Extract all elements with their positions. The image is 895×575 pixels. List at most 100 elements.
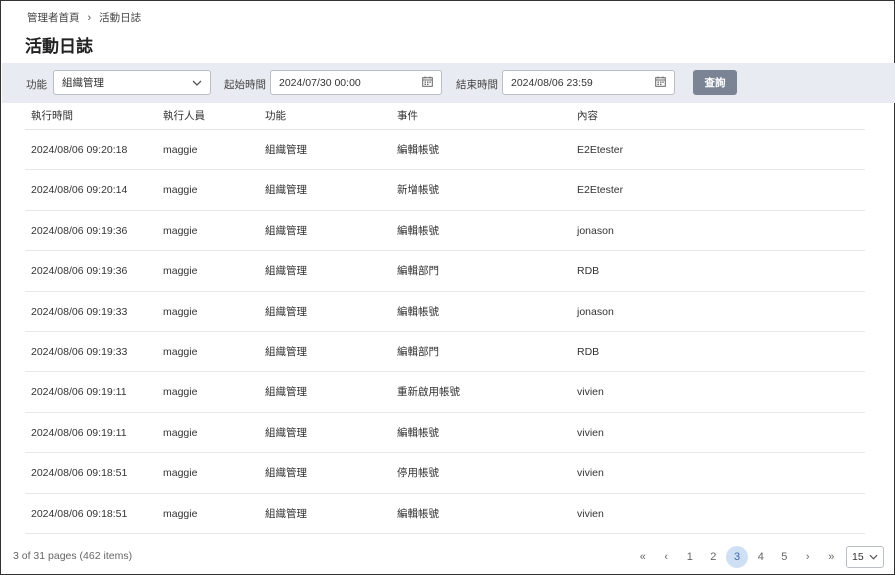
chevron-down-icon [192,77,202,89]
cell-content: E2Etester [577,184,624,197]
cell-executor: maggie [163,305,198,318]
cell-exec-time: 2024/08/06 09:18:51 [31,507,128,520]
header-content[interactable]: 內容 [577,103,598,130]
cell-content: vivien [577,467,604,480]
table-row[interactable]: 2024/08/06 09:19:36 maggie 組織管理 編輯部門 RDB [25,251,865,292]
cell-event: 停用帳號 [397,467,439,480]
cell-exec-time: 2024/08/06 09:19:11 [31,386,127,399]
cell-executor: maggie [163,426,198,439]
cell-function: 組織管理 [265,467,307,480]
table-row[interactable]: 2024/08/06 09:20:14 maggie 組織管理 新增帳號 E2Etest… [25,170,865,211]
cell-exec-time: 2024/08/06 09:19:11 [31,426,127,439]
cell-executor: maggie [163,386,198,399]
table-row[interactable]: 2024/08/06 09:18:51 maggie 組織管理 編輯帳號 vivien [25,494,865,534]
page-size-select[interactable]: 15 [846,546,884,568]
table-row[interactable]: 2024/08/06 09:20:18 maggie 組織管理 編輯帳號 E2Etest… [25,130,865,171]
cell-event: 編輯帳號 [397,507,439,520]
cell-executor: maggie [163,184,198,197]
breadcrumb-home[interactable]: 管理者首頁 [27,10,80,25]
last-page-button[interactable]: » [820,546,844,568]
cell-content: RDB [577,265,600,278]
filter-bar: 功能 組織管理 起始時間 2024/07/30 00:00 結束時間 2024/… [2,63,895,103]
cell-event: 編輯部門 [397,345,439,358]
header-event[interactable]: 事件 [397,103,418,130]
cell-content: jonason [577,224,614,237]
cell-content: vivien [577,386,604,399]
cell-exec-time: 2024/08/06 09:20:18 [31,144,128,156]
cell-function: 組織管理 [265,426,307,439]
table-row[interactable]: 2024/08/06 09:19:11 maggie 組織管理 編輯帳號 vivien [25,413,865,454]
pagination-info: 3 of 31 pages (462 items) [13,550,133,562]
cell-event: 編輯部門 [397,265,439,278]
cell-function: 組織管理 [265,144,307,156]
cell-executor: maggie [163,144,198,156]
start-time-label: 起始時間 [224,79,266,91]
end-time-input[interactable]: 2024/08/06 23:59 [502,70,675,95]
table-row[interactable]: 2024/08/06 09:19:11 maggie 組織管理 重新啟用帳號 vivie… [25,372,865,413]
page-title: 活動日誌 [25,37,93,56]
page-button[interactable]: 2 [702,546,726,568]
cell-function: 組織管理 [265,184,307,197]
end-time-value: 2024/08/06 23:59 [511,76,593,89]
page-button[interactable]: 1 [678,546,702,568]
calendar-icon[interactable] [422,76,433,90]
cell-exec-time: 2024/08/06 09:19:33 [31,305,128,318]
start-time-value: 2024/07/30 00:00 [279,76,361,89]
breadcrumb-current: 活動日誌 [99,12,142,24]
cell-event: 新增帳號 [397,184,439,197]
query-button[interactable]: 查詢 [693,70,737,95]
table-row[interactable]: 2024/08/06 09:18:51 maggie 組織管理 停用帳號 vivien [25,453,865,494]
header-exec-time[interactable]: 執行時間 [31,103,73,130]
cell-event: 重新啟用帳號 [397,386,460,399]
cell-function: 組織管理 [265,507,307,520]
table-body: 2024/08/06 09:20:18 maggie 組織管理 編輯帳號 E2Etest… [25,130,865,534]
page-button[interactable]: 5 [773,546,797,568]
calendar-icon[interactable] [655,76,666,90]
cell-content: vivien [577,426,604,439]
chevron-down-icon [869,551,878,563]
header-function[interactable]: 功能 [265,103,286,130]
prev-page-button[interactable]: ‹ [655,546,679,568]
cell-exec-time: 2024/08/06 09:20:14 [31,184,128,197]
function-select-value: 組織管理 [62,77,104,89]
chevron-right-icon: › [87,11,92,24]
cell-exec-time: 2024/08/06 09:18:51 [31,467,128,480]
cell-event: 編輯帳號 [397,144,439,156]
cell-executor: maggie [163,345,198,358]
cell-exec-time: 2024/08/06 09:19:33 [31,345,128,358]
page-button-active[interactable]: 3 [726,546,748,568]
cell-function: 組織管理 [265,224,307,237]
table-row[interactable]: 2024/08/06 09:19:33 maggie 組織管理 編輯帳號 jonason [25,292,865,332]
pagination: « ‹ 1 2 3 4 5 › » [631,546,843,568]
table-row[interactable]: 2024/08/06 09:19:33 maggie 組織管理 編輯部門 RDB [25,332,865,373]
cell-executor: maggie [163,507,198,520]
page-size-value: 15 [852,551,864,563]
start-time-input[interactable]: 2024/07/30 00:00 [270,70,442,95]
cell-executor: maggie [163,265,198,278]
breadcrumb: 管理者首頁 › 活動日誌 [27,10,141,25]
cell-content: E2Etester [577,144,624,156]
table-header: 執行時間 執行人員 功能 事件 內容 [25,103,865,130]
cell-content: vivien [577,507,604,520]
cell-function: 組織管理 [265,265,307,278]
cell-exec-time: 2024/08/06 09:19:36 [31,224,128,237]
cell-executor: maggie [163,224,198,237]
cell-function: 組織管理 [265,386,307,399]
cell-content: RDB [577,345,600,358]
cell-function: 組織管理 [265,305,307,318]
cell-function: 組織管理 [265,345,307,358]
next-page-button[interactable]: › [796,546,820,568]
page-button[interactable]: 4 [749,546,773,568]
cell-content: jonason [577,305,614,318]
app-window: 管理者首頁 › 活動日誌 活動日誌 功能 組織管理 起始時間 2024/07/3… [0,0,895,575]
cell-exec-time: 2024/08/06 09:19:36 [31,265,128,278]
cell-event: 編輯帳號 [397,426,439,439]
end-time-label: 結束時間 [456,79,498,91]
activity-log-table: 執行時間 執行人員 功能 事件 內容 2024/08/06 09:20:18 ma… [25,103,865,534]
function-label: 功能 [26,79,47,91]
function-select[interactable]: 組織管理 [53,70,211,95]
first-page-button[interactable]: « [631,546,655,568]
cell-event: 編輯帳號 [397,305,439,318]
table-row[interactable]: 2024/08/06 09:19:36 maggie 組織管理 編輯帳號 jonason [25,211,865,252]
header-executor[interactable]: 執行人員 [163,103,205,130]
